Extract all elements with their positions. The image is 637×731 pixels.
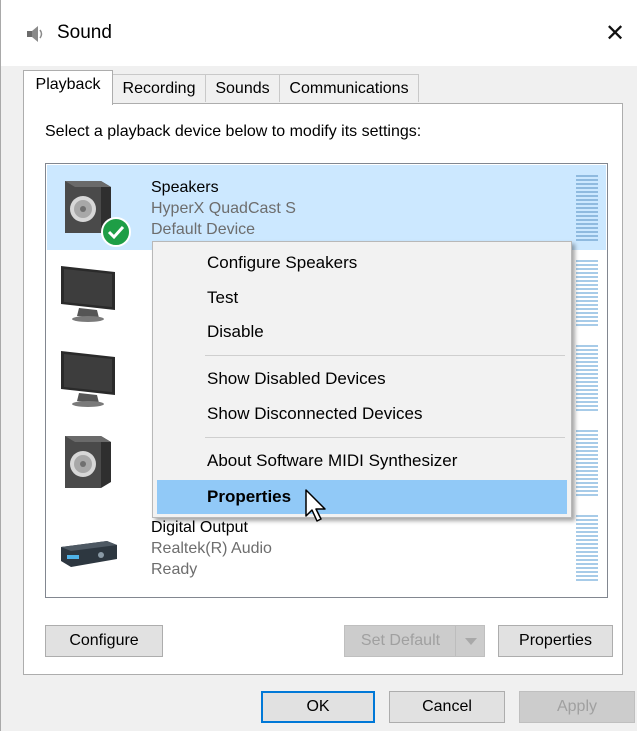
title-bar: Sound ✕ <box>1 0 637 66</box>
monitor-icon <box>61 351 115 407</box>
tab-communications[interactable]: Communications <box>279 74 419 102</box>
level-meter <box>576 515 598 583</box>
tab-sounds[interactable]: Sounds <box>205 74 280 102</box>
close-icon: ✕ <box>604 20 626 47</box>
tab-recording[interactable]: Recording <box>112 74 206 102</box>
device-description: Realtek(R) Audio <box>151 540 272 557</box>
device-status: Ready <box>151 561 198 578</box>
device-name: Digital Output <box>151 519 248 536</box>
device-description: HyperX QuadCast S <box>151 200 296 217</box>
sound-dialog: Sound ✕ Playback Recording Sounds Commun… <box>0 0 637 731</box>
speaker-icon <box>27 26 43 42</box>
monitor-icon <box>61 266 115 322</box>
configure-button[interactable]: Configure <box>45 625 163 657</box>
device-item-speakers[interactable]: Speakers HyperX QuadCast S Default Devic… <box>47 165 606 250</box>
menu-item-configure-speakers[interactable]: Configure Speakers <box>157 247 567 279</box>
mouse-cursor-icon <box>305 489 326 522</box>
level-meter <box>576 345 598 413</box>
default-check-icon <box>101 217 131 247</box>
menu-separator <box>205 437 565 438</box>
level-meter <box>576 260 598 328</box>
menu-item-disable[interactable]: Disable <box>157 316 567 348</box>
set-default-label: Set Default <box>360 632 441 649</box>
instruction-text: Select a playback device below to modify… <box>45 123 422 140</box>
level-meter <box>576 430 598 498</box>
speaker-icon <box>65 436 111 488</box>
menu-item-about-midi-synthesizer[interactable]: About Software MIDI Synthesizer <box>157 445 567 477</box>
level-meter <box>576 175 598 243</box>
tab-playback[interactable]: Playback <box>23 70 113 105</box>
chevron-down-icon[interactable] <box>455 626 484 656</box>
menu-item-properties[interactable]: Properties <box>157 480 567 514</box>
cancel-button[interactable]: Cancel <box>389 691 505 723</box>
receiver-icon <box>61 541 117 567</box>
window-title: Sound <box>57 22 112 43</box>
device-status: Default Device <box>151 221 256 238</box>
menu-item-show-disconnected-devices[interactable]: Show Disconnected Devices <box>157 398 567 430</box>
menu-item-show-disabled-devices[interactable]: Show Disabled Devices <box>157 363 567 395</box>
device-name: Speakers <box>151 179 219 196</box>
set-default-button[interactable]: Set Default <box>344 625 485 657</box>
properties-button[interactable]: Properties <box>498 625 613 657</box>
apply-button[interactable]: Apply <box>519 691 635 723</box>
menu-separator <box>205 355 565 356</box>
ok-button[interactable]: OK <box>261 691 375 723</box>
context-menu: Configure Speakers Test Disable Show Dis… <box>152 241 572 518</box>
close-button[interactable]: ✕ <box>592 14 637 54</box>
menu-item-test[interactable]: Test <box>157 282 567 314</box>
